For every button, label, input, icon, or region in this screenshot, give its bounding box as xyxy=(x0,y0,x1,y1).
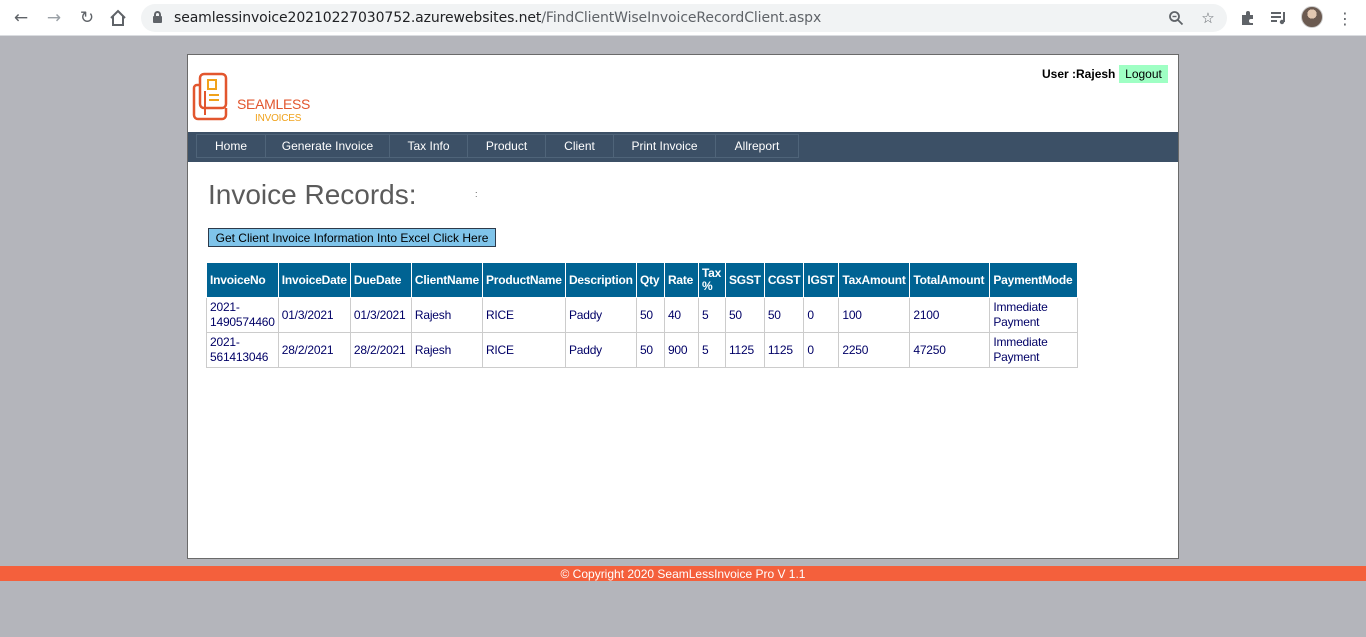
cell-tax-amount: 2250 xyxy=(838,332,911,368)
cell-product-name: RICE xyxy=(481,332,566,368)
logo-line-2: INVOICES xyxy=(255,113,302,124)
cell-invoice-date: 01/3/2021 xyxy=(277,297,351,333)
cell-payment-mode: Immediate Payment xyxy=(989,297,1079,333)
lock-icon xyxy=(153,11,162,23)
cell-client-name: Rajesh xyxy=(410,332,483,368)
cell-invoice-no: 2021-561413046 xyxy=(206,332,279,368)
invoice-document-icon xyxy=(192,72,228,121)
reload-icon[interactable]: ↻ xyxy=(75,6,99,30)
invoice-records-table: InvoiceNo InvoiceDate DueDate ClientName… xyxy=(206,262,1079,368)
cell-tax-percent: 5 xyxy=(697,297,726,333)
cell-invoice-no: 2021-1490574460 xyxy=(206,297,279,333)
col-invoice-date[interactable]: InvoiceDate xyxy=(277,262,351,298)
nav-home[interactable]: Home xyxy=(196,134,266,158)
cell-rate: 900 xyxy=(663,332,699,368)
col-qty[interactable]: Qty xyxy=(635,262,665,298)
nav-print-invoice[interactable]: Print Invoice xyxy=(613,134,716,158)
col-payment-mode[interactable]: PaymentMode xyxy=(989,262,1079,298)
cell-total-amount: 47250 xyxy=(909,332,991,368)
cell-tax-percent: 5 xyxy=(697,332,726,368)
cell-description: Paddy xyxy=(564,332,637,368)
cell-due-date: 28/2/2021 xyxy=(349,332,412,368)
user-label: User :Rajesh xyxy=(1042,67,1116,81)
bookmark-star-icon[interactable]: ☆ xyxy=(1197,7,1219,29)
cell-invoice-date: 28/2/2021 xyxy=(277,332,351,368)
col-igst[interactable]: IGST xyxy=(803,262,840,298)
col-total-amount[interactable]: TotalAmount xyxy=(909,262,991,298)
cell-payment-mode: Immediate Payment xyxy=(989,332,1079,368)
cell-tax-amount: 100 xyxy=(838,297,911,333)
col-sgst[interactable]: SGST xyxy=(724,262,765,298)
nav-generate-invoice[interactable]: Generate Invoice xyxy=(265,134,390,158)
seamless-invoices-logo: SEAMLESS INVOICES xyxy=(192,71,310,124)
nav-allreport[interactable]: Allreport xyxy=(715,134,799,158)
profile-avatar[interactable] xyxy=(1301,6,1323,28)
cell-cgst: 50 xyxy=(763,297,805,333)
extensions-puzzle-icon[interactable] xyxy=(1236,6,1260,30)
cell-qty: 50 xyxy=(635,297,665,333)
col-cgst[interactable]: CGST xyxy=(763,262,805,298)
cell-cgst: 1125 xyxy=(763,332,805,368)
back-arrow-icon[interactable]: ← xyxy=(9,6,33,30)
cell-total-amount: 2100 xyxy=(909,297,991,333)
col-invoice-no[interactable]: InvoiceNo xyxy=(206,262,279,298)
nav-tax-info[interactable]: Tax Info xyxy=(389,134,468,158)
main-navbar: Home Generate Invoice Tax Info Product C… xyxy=(188,132,1178,162)
col-product-name[interactable]: ProductName xyxy=(481,262,566,298)
logo-line-1: SEAMLESS xyxy=(237,96,311,112)
col-tax-amount[interactable]: TaxAmount xyxy=(838,262,911,298)
page-container: SEAMLESS INVOICES User :Rajesh Logout Ho… xyxy=(187,54,1179,559)
col-due-date[interactable]: DueDate xyxy=(349,262,412,298)
media-queue-icon[interactable] xyxy=(1267,6,1291,30)
page-title: Invoice Records: xyxy=(208,179,417,210)
nav-product[interactable]: Product xyxy=(467,134,546,158)
cell-description: Paddy xyxy=(564,297,637,333)
cell-rate: 40 xyxy=(663,297,699,333)
export-excel-button[interactable]: Get Client Invoice Information Into Exce… xyxy=(208,228,496,247)
table-row: 2021-1490574460 01/3/2021 01/3/2021 Raje… xyxy=(206,297,1079,333)
cell-sgst: 1125 xyxy=(724,332,765,368)
browser-toolbar: ← → ↻ seamlessinvoice20210227030752.azur… xyxy=(0,0,1366,36)
table-header-row: InvoiceNo InvoiceDate DueDate ClientName… xyxy=(206,262,1079,298)
cell-client-name: Rajesh xyxy=(410,297,483,333)
cell-qty: 50 xyxy=(635,332,665,368)
col-rate[interactable]: Rate xyxy=(663,262,699,298)
zoom-icon[interactable] xyxy=(1165,7,1187,29)
col-client-name[interactable]: ClientName xyxy=(410,262,483,298)
status-marker: : xyxy=(475,189,478,199)
nav-client[interactable]: Client xyxy=(545,134,614,158)
cell-igst: 0 xyxy=(803,332,840,368)
cell-product-name: RICE xyxy=(481,297,566,333)
kebab-menu-icon[interactable]: ⋮ xyxy=(1333,6,1357,30)
url-text: seamlessinvoice20210227030752.azurewebsi… xyxy=(174,10,822,26)
cell-due-date: 01/3/2021 xyxy=(349,297,412,333)
logout-button[interactable]: Logout xyxy=(1119,65,1168,83)
home-icon[interactable] xyxy=(106,6,130,30)
copyright-footer: © Copyright 2020 SeamLessInvoice Pro V 1… xyxy=(0,566,1366,581)
cell-sgst: 50 xyxy=(724,297,765,333)
cell-igst: 0 xyxy=(803,297,840,333)
forward-arrow-icon[interactable]: → xyxy=(42,6,66,30)
col-description[interactable]: Description xyxy=(564,262,637,298)
col-tax-percent[interactable]: Tax % xyxy=(697,262,726,298)
table-row: 2021-561413046 28/2/2021 28/2/2021 Rajes… xyxy=(206,332,1079,368)
address-bar[interactable]: seamlessinvoice20210227030752.azurewebsi… xyxy=(141,4,1227,32)
